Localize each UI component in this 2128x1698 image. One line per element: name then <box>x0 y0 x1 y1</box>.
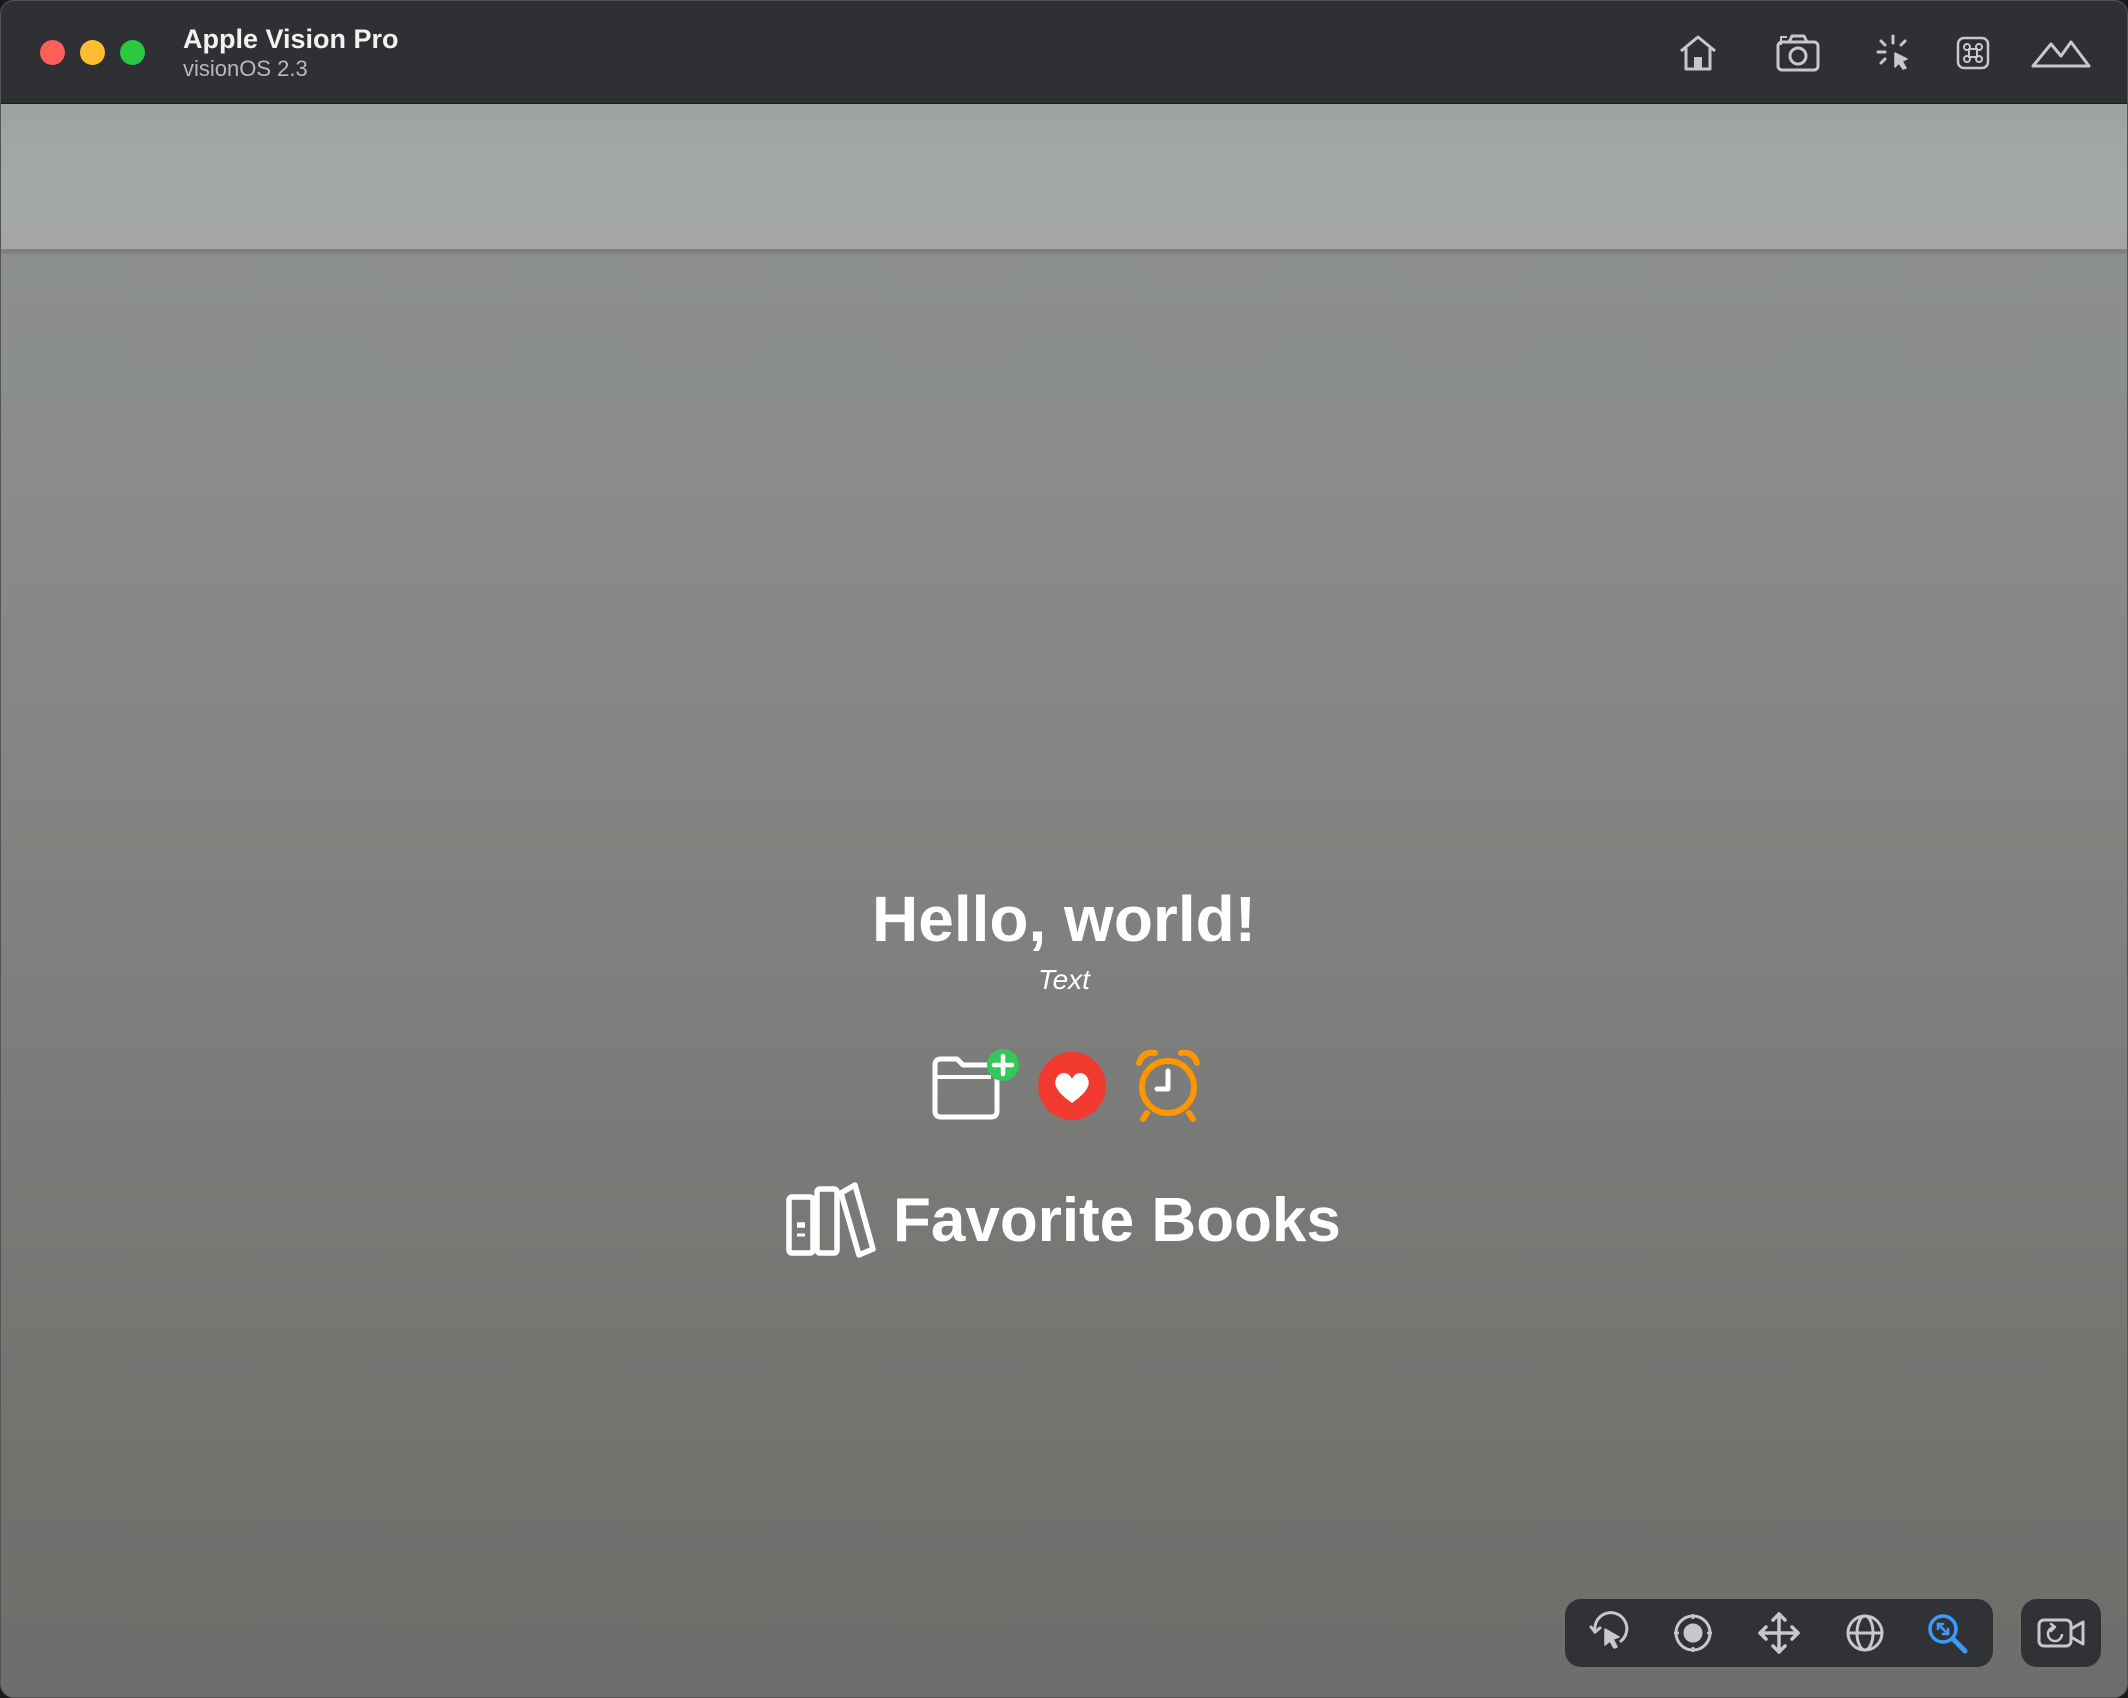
window-title: Apple Vision Pro <box>183 24 399 54</box>
simulator-window: Apple Vision Pro visionOS 2.3 Hello, wor… <box>0 0 2128 1698</box>
room-wall <box>1 104 2127 249</box>
title-bar: Apple Vision Pro visionOS 2.3 <box>1 1 2127 104</box>
symbols-row <box>925 1045 1205 1125</box>
zoom-window-button[interactable] <box>120 40 145 65</box>
screenshot-camera-icon[interactable] <box>1773 25 1823 81</box>
home-icon[interactable] <box>1675 25 1721 81</box>
close-window-button[interactable] <box>40 40 65 65</box>
pan-tool-icon[interactable] <box>1755 1609 1803 1657</box>
heart-circle-icon <box>1037 1051 1107 1126</box>
zoom-tool-icon[interactable] <box>1923 1609 1971 1657</box>
wall-edge <box>1 249 2127 253</box>
minimize-window-button[interactable] <box>80 40 105 65</box>
look-tool-icon[interactable] <box>1669 1609 1717 1657</box>
reset-camera-icon[interactable] <box>2021 1599 2101 1667</box>
environment-mountains-icon[interactable] <box>2031 25 2091 81</box>
folder-badge-plus-icon <box>929 1049 1021 1128</box>
alarm-clock-icon <box>1133 1047 1203 1128</box>
favorite-books-label: Favorite Books <box>785 1181 1341 1261</box>
navigation-toolbar <box>1565 1599 1993 1667</box>
hello-title: Hello, world! <box>872 883 1256 955</box>
interaction-pointer-icon[interactable] <box>1873 25 1917 81</box>
select-tool-icon[interactable] <box>1585 1609 1633 1657</box>
caption-text: Text <box>1038 964 1090 995</box>
window-subtitle: visionOS 2.3 <box>183 56 308 81</box>
command-key-icon[interactable] <box>1953 25 1993 81</box>
favorite-books-text: Favorite Books <box>893 1186 1341 1255</box>
orbit-tool-icon[interactable] <box>1841 1609 1889 1657</box>
books-vertical-icon <box>785 1179 877 1264</box>
window-title-block: Apple Vision Pro visionOS 2.3 <box>183 23 399 83</box>
